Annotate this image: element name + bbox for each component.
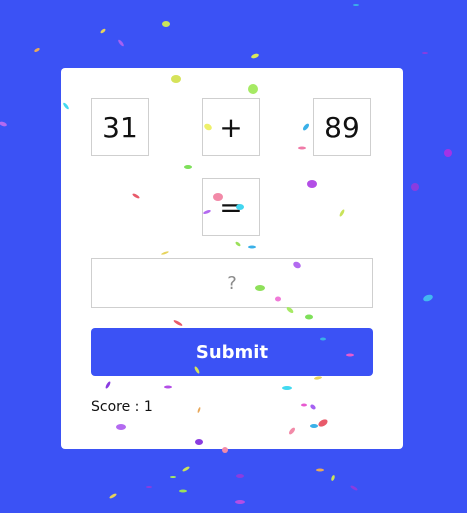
operator-box: +	[202, 98, 260, 156]
operand-b-box: 89	[313, 98, 371, 156]
score-label: Score :	[91, 399, 144, 415]
equals-sign: =	[219, 190, 243, 224]
operator: +	[219, 110, 243, 144]
operand-a-box: 31	[91, 98, 149, 156]
quiz-card: 31 + 89 = Submit Score : 1	[61, 68, 403, 449]
score-value: 1	[143, 399, 153, 415]
answer-input[interactable]	[91, 258, 373, 308]
operand-a: 31	[102, 110, 138, 144]
operand-b: 89	[324, 110, 360, 144]
submit-button[interactable]: Submit	[91, 328, 373, 376]
score-display: Score : 1	[91, 399, 153, 415]
equals-box: =	[202, 178, 260, 236]
